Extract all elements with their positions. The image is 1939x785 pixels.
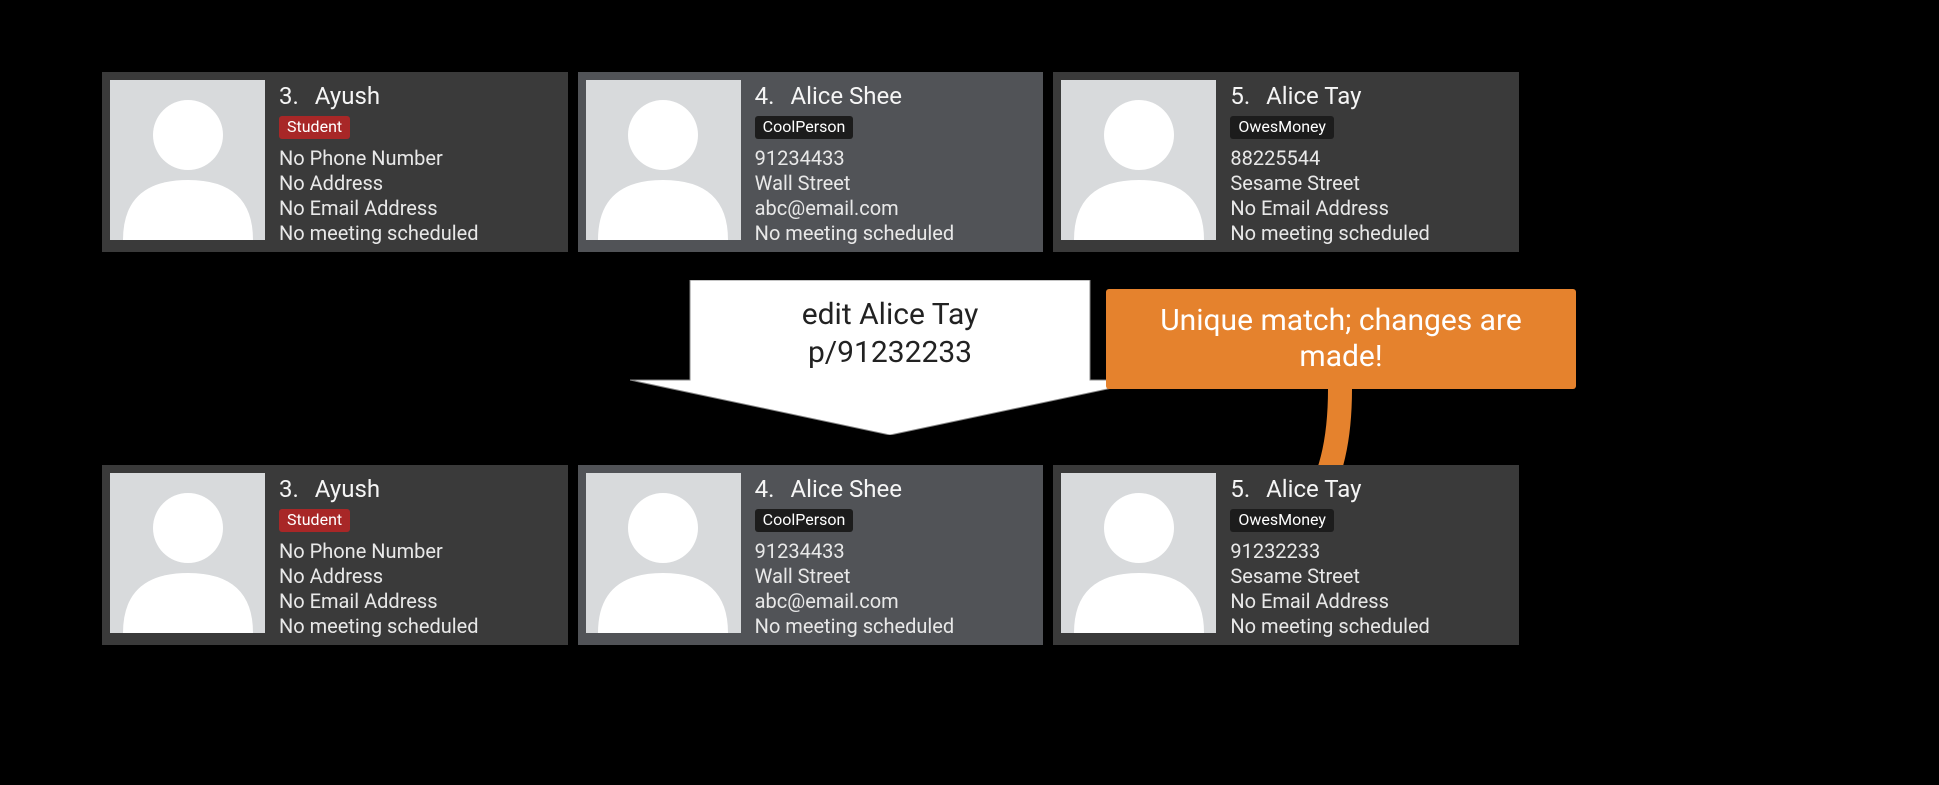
contact-phone: No Phone Number (279, 146, 556, 170)
contact-phone: 91234433 (755, 539, 1032, 563)
contact-email: No Email Address (1230, 589, 1507, 613)
contact-name: 3. Ayush (279, 475, 556, 503)
contact-info: 3. Ayush Student No Phone Number No Addr… (279, 80, 556, 246)
contact-email: No Email Address (1230, 196, 1507, 220)
contact-tag: CoolPerson (755, 509, 854, 532)
contact-index: 3. (279, 82, 299, 110)
contact-name: 5. Alice Tay (1230, 82, 1507, 110)
contact-email: abc@email.com (755, 196, 1032, 220)
avatar (1061, 473, 1216, 633)
contact-index: 4. (755, 475, 775, 503)
contact-address: Wall Street (755, 171, 1032, 195)
contact-name: 4. Alice Shee (755, 82, 1032, 110)
contact-meeting: No meeting scheduled (755, 614, 1032, 638)
contact-info: 5. Alice Tay OwesMoney 91232233 Sesame S… (1230, 473, 1507, 639)
contact-name-text: Alice Shee (790, 82, 902, 110)
contact-card[interactable]: 4. Alice Shee CoolPerson 91234433 Wall S… (578, 465, 1044, 645)
contact-card[interactable]: 3. Ayush Student No Phone Number No Addr… (102, 465, 568, 645)
contact-name-text: Alice Tay (1266, 475, 1361, 503)
contact-name-text: Ayush (315, 82, 380, 110)
person-icon (598, 473, 728, 633)
contacts-after-row: 3. Ayush Student No Phone Number No Addr… (102, 465, 1519, 645)
contact-index: 5. (1230, 475, 1250, 503)
contact-address: Sesame Street (1230, 564, 1507, 588)
contact-info: 5. Alice Tay OwesMoney 88225544 Sesame S… (1230, 80, 1507, 246)
contact-address: No Address (279, 564, 556, 588)
contact-address: Sesame Street (1230, 171, 1507, 195)
person-icon (1074, 80, 1204, 240)
contact-name: 5. Alice Tay (1230, 475, 1507, 503)
contact-card[interactable]: 5. Alice Tay OwesMoney 91232233 Sesame S… (1053, 465, 1519, 645)
contact-info: 4. Alice Shee CoolPerson 91234433 Wall S… (755, 80, 1032, 246)
contact-address: No Address (279, 171, 556, 195)
contact-info: 4. Alice Shee CoolPerson 91234433 Wall S… (755, 473, 1032, 639)
contact-card[interactable]: 3. Ayush Student No Phone Number No Addr… (102, 72, 568, 252)
contact-name: 3. Ayush (279, 82, 556, 110)
contact-address: Wall Street (755, 564, 1032, 588)
contact-meeting: No meeting scheduled (279, 614, 556, 638)
person-icon (123, 80, 253, 240)
contact-phone: No Phone Number (279, 539, 556, 563)
contact-index: 3. (279, 475, 299, 503)
command-line-1: edit Alice Tay (802, 296, 979, 334)
command-arrow: edit Alice Tay p/91232233 (630, 280, 1150, 435)
avatar (1061, 80, 1216, 240)
contact-meeting: No meeting scheduled (279, 221, 556, 245)
contact-tag: OwesMoney (1230, 116, 1334, 139)
callout-box: Unique match; changes are made! (1106, 289, 1576, 389)
command-line-2: p/91232233 (808, 334, 972, 372)
contact-tag: Student (279, 509, 350, 532)
callout-line-1: Unique match; changes are (1160, 303, 1522, 339)
command-text: edit Alice Tay p/91232233 (630, 280, 1150, 435)
avatar (586, 80, 741, 240)
avatar (110, 473, 265, 633)
contact-tag: OwesMoney (1230, 509, 1334, 532)
contact-name-text: Alice Shee (790, 475, 902, 503)
callout-line-2: made! (1299, 339, 1382, 375)
contact-name: 4. Alice Shee (755, 475, 1032, 503)
person-icon (598, 80, 728, 240)
person-icon (123, 473, 253, 633)
contact-phone: 88225544 (1230, 146, 1507, 170)
avatar (110, 80, 265, 240)
contact-phone: 91234433 (755, 146, 1032, 170)
person-icon (1074, 473, 1204, 633)
contact-index: 4. (755, 82, 775, 110)
contact-tag: Student (279, 116, 350, 139)
contact-meeting: No meeting scheduled (1230, 614, 1507, 638)
contact-email: No Email Address (279, 589, 556, 613)
contact-phone: 91232233 (1230, 539, 1507, 563)
contact-card[interactable]: 5. Alice Tay OwesMoney 88225544 Sesame S… (1053, 72, 1519, 252)
contact-name-text: Alice Tay (1266, 82, 1361, 110)
avatar (586, 473, 741, 633)
contact-meeting: No meeting scheduled (755, 221, 1032, 245)
contact-email: abc@email.com (755, 589, 1032, 613)
contact-info: 3. Ayush Student No Phone Number No Addr… (279, 473, 556, 639)
contact-index: 5. (1230, 82, 1250, 110)
contact-name-text: Ayush (315, 475, 380, 503)
contact-card[interactable]: 4. Alice Shee CoolPerson 91234433 Wall S… (578, 72, 1044, 252)
contact-tag: CoolPerson (755, 116, 854, 139)
contact-email: No Email Address (279, 196, 556, 220)
contact-meeting: No meeting scheduled (1230, 221, 1507, 245)
contacts-before-row: 3. Ayush Student No Phone Number No Addr… (102, 72, 1519, 252)
